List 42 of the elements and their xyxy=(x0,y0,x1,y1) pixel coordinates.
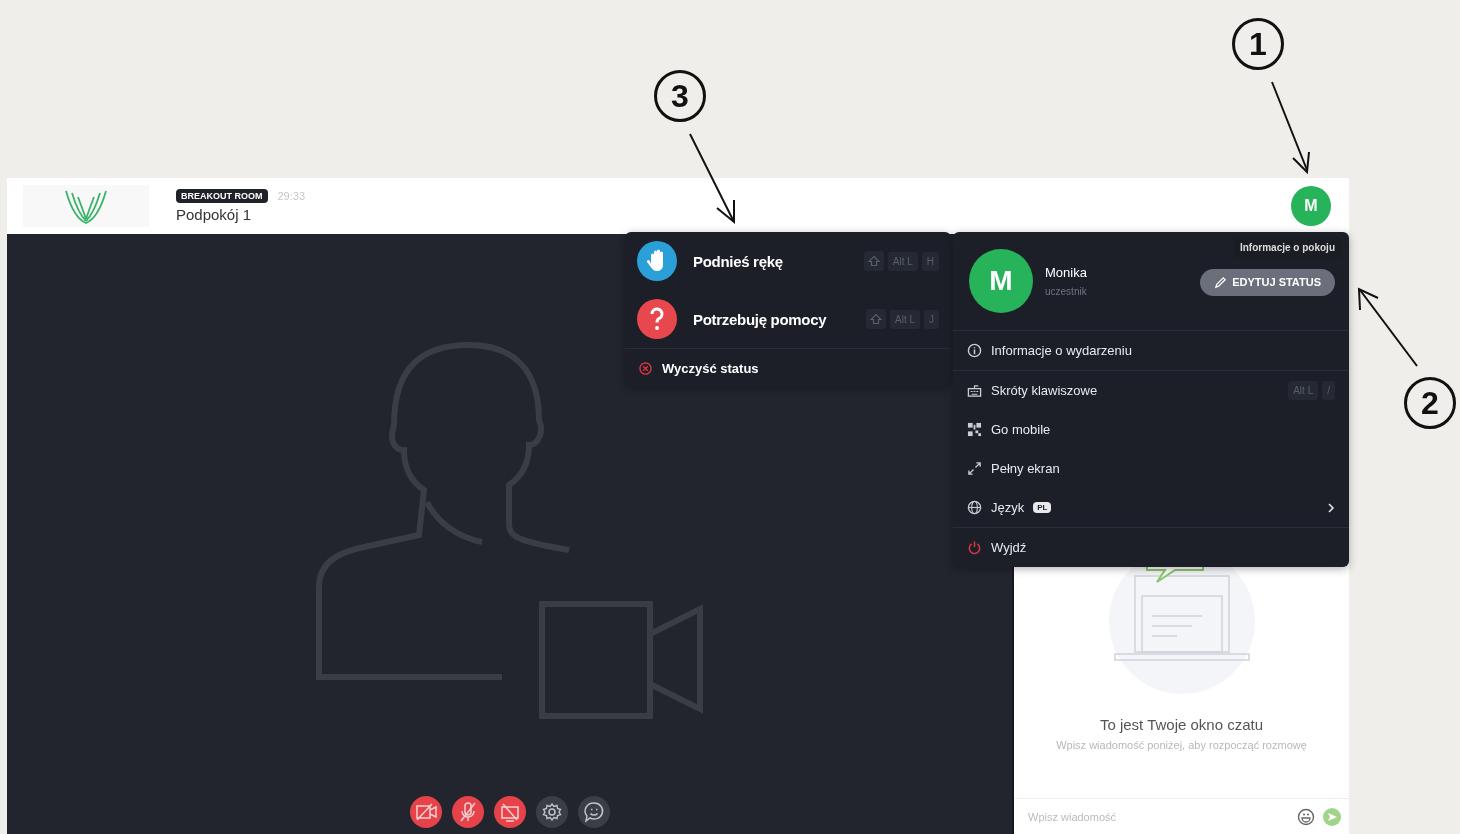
timer: 29:33 xyxy=(277,190,306,202)
status-option[interactable]: Potrzebuję pomocy xyxy=(693,310,850,328)
tooltip: Informacje o pokoju xyxy=(1234,236,1341,259)
clear-status-link[interactable]: Wyczyść status xyxy=(662,360,759,376)
screen-button[interactable] xyxy=(493,796,526,828)
chat-title: To jest Twoje okno czatu xyxy=(1099,716,1264,733)
user-role: uczestnik xyxy=(1045,286,1088,297)
clear-icon xyxy=(639,361,652,375)
menu-item[interactable]: Go mobile xyxy=(991,422,1051,437)
info-icon xyxy=(967,343,982,358)
menu-item[interactable]: Język xyxy=(991,500,1025,515)
profile-avatar: M xyxy=(969,249,1033,313)
edit-status-button[interactable]: EDYTUJ STATUS xyxy=(1200,268,1335,296)
menu-item[interactable]: Skróty klawiszowe xyxy=(991,383,1098,398)
pencil-icon xyxy=(1214,275,1228,289)
user-name: Monika xyxy=(1045,265,1088,280)
room-name: Podpokój 1 xyxy=(176,206,253,223)
callout-number: 1 xyxy=(1232,18,1284,70)
shift-icon xyxy=(863,251,884,271)
mic-button[interactable] xyxy=(451,796,484,828)
shift-icon xyxy=(866,309,886,329)
emoji-icon[interactable] xyxy=(1297,807,1315,826)
settings-button[interactable] xyxy=(535,796,568,828)
globe-icon xyxy=(967,500,982,515)
chat-subtitle: Wpisz wiadomość poniżej, aby rozpocząć rozmowę xyxy=(1056,739,1307,751)
menu-item[interactable]: Wyjdź xyxy=(991,540,1027,555)
raised-hand-icon xyxy=(637,241,677,281)
question-mark-icon xyxy=(637,299,677,339)
camera-button[interactable] xyxy=(409,796,442,828)
menu-item[interactable]: Pełny ekran xyxy=(991,461,1060,476)
qr-code-icon xyxy=(967,422,982,437)
language-badge: PL xyxy=(1033,502,1052,513)
shortcut-key: / xyxy=(1322,381,1335,400)
callout-number: 2 xyxy=(1404,377,1456,429)
breakout-room-badge: BREAKOUT ROOM xyxy=(176,189,268,203)
keyboard-icon xyxy=(967,383,982,398)
expand-icon xyxy=(967,461,982,476)
power-icon xyxy=(967,540,982,555)
menu-item[interactable]: Informacje o wydarzeniu xyxy=(991,343,1132,358)
callout-number: 3 xyxy=(654,70,706,122)
chat-button[interactable] xyxy=(577,796,610,828)
status-option[interactable]: Podnieś rękę xyxy=(693,252,848,270)
